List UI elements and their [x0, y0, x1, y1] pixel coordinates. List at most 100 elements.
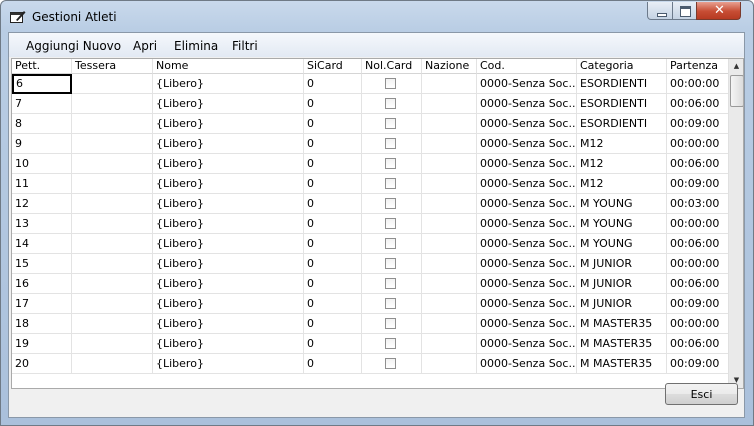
cell-pett[interactable]: 18 — [12, 314, 72, 334]
nol-card-checkbox[interactable] — [385, 158, 396, 169]
cell-tessera[interactable] — [72, 274, 153, 294]
cell-sicard[interactable]: 0 — [304, 114, 362, 134]
cell-nome[interactable]: {Libero} — [153, 214, 304, 234]
nol-card-checkbox[interactable] — [385, 178, 396, 189]
table-row[interactable]: 8 {Libero} 0 0000-Senza Soc... ESORDIENTI 00:… — [12, 114, 730, 134]
cell-partenza[interactable]: 00:06:00 — [667, 94, 730, 114]
cell-partenza[interactable]: 00:06:00 — [667, 334, 730, 354]
cell-nol-card[interactable] — [362, 154, 422, 174]
cell-sicard[interactable]: 0 — [304, 74, 362, 94]
cell-partenza[interactable]: 00:00:00 — [667, 314, 730, 334]
cell-nazione[interactable] — [422, 354, 477, 374]
cell-categoria[interactable]: M JUNIOR — [577, 294, 667, 314]
cell-categoria[interactable]: ESORDIENTI — [577, 94, 667, 114]
cell-pett[interactable]: 14 — [12, 234, 72, 254]
cell-sicard[interactable]: 0 — [304, 274, 362, 294]
table-row[interactable]: 7 {Libero} 0 0000-Senza Soc... ESORDIENTI 00:… — [12, 94, 730, 114]
table-row[interactable]: 10 {Libero} 0 0000-Senza Soc... M12 00:06:00 — [12, 154, 730, 174]
column-header-nol-card[interactable]: Nol.Card — [362, 59, 422, 74]
cell-categoria[interactable]: M12 — [577, 174, 667, 194]
cell-cod[interactable]: 0000-Senza Soc... — [477, 274, 577, 294]
cell-nome[interactable]: {Libero} — [153, 154, 304, 174]
column-header-tessera[interactable]: Tessera — [72, 59, 153, 74]
cell-categoria[interactable]: M JUNIOR — [577, 254, 667, 274]
scroll-thumb[interactable] — [730, 75, 743, 107]
cell-nazione[interactable] — [422, 94, 477, 114]
cell-nazione[interactable] — [422, 254, 477, 274]
cell-cod[interactable]: 0000-Senza Soc... — [477, 114, 577, 134]
cell-tessera[interactable] — [72, 314, 153, 334]
cell-pett[interactable]: 16 — [12, 274, 72, 294]
cell-tessera[interactable] — [72, 74, 153, 94]
cell-nazione[interactable] — [422, 74, 477, 94]
cell-sicard[interactable]: 0 — [304, 354, 362, 374]
cell-tessera[interactable] — [72, 194, 153, 214]
cell-tessera[interactable] — [72, 294, 153, 314]
cell-nazione[interactable] — [422, 134, 477, 154]
cell-nome[interactable]: {Libero} — [153, 94, 304, 114]
esci-button[interactable]: Esci — [665, 383, 738, 405]
table-row[interactable]: 13 {Libero} 0 0000-Senza Soc... M YOUNG 00:00… — [12, 214, 730, 234]
cell-categoria[interactable]: M YOUNG — [577, 214, 667, 234]
cell-nol-card[interactable] — [362, 254, 422, 274]
cell-cod[interactable]: 0000-Senza Soc... — [477, 134, 577, 154]
nol-card-checkbox[interactable] — [385, 298, 396, 309]
cell-partenza[interactable]: 00:06:00 — [667, 154, 730, 174]
nol-card-checkbox[interactable] — [385, 78, 396, 89]
table-row[interactable]: 14 {Libero} 0 0000-Senza Soc... M YOUNG 00:06… — [12, 234, 730, 254]
cell-sicard[interactable]: 0 — [304, 254, 362, 274]
cell-sicard[interactable]: 0 — [304, 294, 362, 314]
cell-tessera[interactable] — [72, 354, 153, 374]
cell-nome[interactable]: {Libero} — [153, 134, 304, 154]
table-row[interactable]: 17 {Libero} 0 0000-Senza Soc... M JUNIOR 00:0… — [12, 294, 730, 314]
cell-nol-card[interactable] — [362, 114, 422, 134]
cell-pett[interactable]: 6 — [12, 74, 72, 94]
cell-nazione[interactable] — [422, 294, 477, 314]
cell-pett[interactable]: 19 — [12, 334, 72, 354]
nol-card-checkbox[interactable] — [385, 338, 396, 349]
cell-nol-card[interactable] — [362, 274, 422, 294]
nol-card-checkbox[interactable] — [385, 258, 396, 269]
cell-nome[interactable]: {Libero} — [153, 274, 304, 294]
cell-nome[interactable]: {Libero} — [153, 354, 304, 374]
cell-partenza[interactable]: 00:00:00 — [667, 134, 730, 154]
cell-tessera[interactable] — [72, 114, 153, 134]
cell-sicard[interactable]: 0 — [304, 234, 362, 254]
cell-nazione[interactable] — [422, 234, 477, 254]
cell-categoria[interactable]: ESORDIENTI — [577, 74, 667, 94]
table-row[interactable]: 15 {Libero} 0 0000-Senza Soc... M JUNIOR 00:0… — [12, 254, 730, 274]
cell-sicard[interactable]: 0 — [304, 154, 362, 174]
cell-partenza[interactable]: 00:09:00 — [667, 114, 730, 134]
nol-card-checkbox[interactable] — [385, 318, 396, 329]
cell-categoria[interactable]: M MASTER35 — [577, 354, 667, 374]
cell-cod[interactable]: 0000-Senza Soc... — [477, 154, 577, 174]
menu-apri[interactable]: Apri — [133, 39, 157, 53]
cell-categoria[interactable]: ESORDIENTI — [577, 114, 667, 134]
cell-categoria[interactable]: M12 — [577, 134, 667, 154]
nol-card-checkbox[interactable] — [385, 118, 396, 129]
cell-nome[interactable]: {Libero} — [153, 294, 304, 314]
cell-nol-card[interactable] — [362, 294, 422, 314]
cell-nol-card[interactable] — [362, 334, 422, 354]
cell-cod[interactable]: 0000-Senza Soc... — [477, 314, 577, 334]
cell-partenza[interactable]: 00:03:00 — [667, 194, 730, 214]
cell-tessera[interactable] — [72, 154, 153, 174]
cell-sicard[interactable]: 0 — [304, 174, 362, 194]
nol-card-checkbox[interactable] — [385, 358, 396, 369]
cell-partenza[interactable]: 00:09:00 — [667, 174, 730, 194]
cell-categoria[interactable]: M JUNIOR — [577, 274, 667, 294]
nol-card-checkbox[interactable] — [385, 98, 396, 109]
table-row[interactable]: 11 {Libero} 0 0000-Senza Soc... M12 00:09:00 — [12, 174, 730, 194]
cell-categoria[interactable]: M YOUNG — [577, 194, 667, 214]
cell-partenza[interactable]: 00:00:00 — [667, 74, 730, 94]
cell-categoria[interactable]: M MASTER35 — [577, 334, 667, 354]
cell-categoria[interactable]: M12 — [577, 154, 667, 174]
cell-pett[interactable]: 15 — [12, 254, 72, 274]
cell-nazione[interactable] — [422, 174, 477, 194]
cell-cod[interactable]: 0000-Senza Soc... — [477, 214, 577, 234]
nol-card-checkbox[interactable] — [385, 278, 396, 289]
cell-cod[interactable]: 0000-Senza Soc... — [477, 294, 577, 314]
table-row[interactable]: 12 {Libero} 0 0000-Senza Soc... M YOUNG 00:03… — [12, 194, 730, 214]
cell-nome[interactable]: {Libero} — [153, 74, 304, 94]
cell-pett[interactable]: 17 — [12, 294, 72, 314]
